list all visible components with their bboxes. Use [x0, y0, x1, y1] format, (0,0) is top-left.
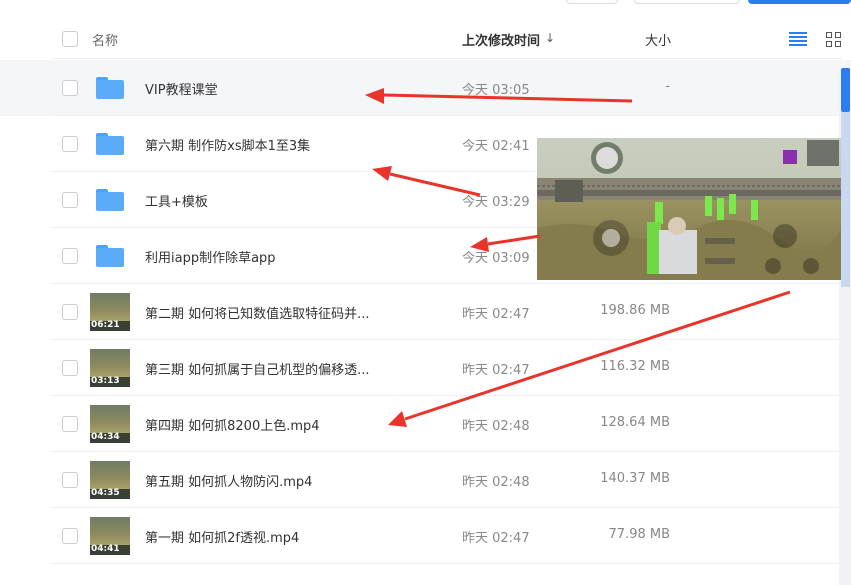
- modified-time: 昨天 02:48: [462, 419, 530, 434]
- modified-time: 昨天 02:47: [462, 307, 530, 322]
- file-row[interactable]: 04:35 第五期 如何抓人物防闪.mp4 昨天 02:48 140.37 MB: [0, 452, 851, 508]
- list-view-icon[interactable]: [789, 32, 807, 47]
- file-size: 198.86 MB: [600, 303, 670, 318]
- row-checkbox[interactable]: [62, 192, 78, 208]
- row-checkbox[interactable]: [62, 80, 78, 96]
- modified-time: 昨天 02:48: [462, 475, 530, 490]
- column-time-header[interactable]: 上次修改时间: [462, 30, 540, 49]
- file-name[interactable]: 第二期 如何将已知数值选取特征码并...: [145, 303, 370, 322]
- header-divider: [52, 58, 842, 59]
- video-duration: 04:34: [91, 432, 120, 442]
- column-size-header[interactable]: 大小: [645, 30, 671, 49]
- row-checkbox[interactable]: [62, 304, 78, 320]
- modified-time: 今天 03:29: [462, 195, 530, 210]
- modified-time: 今天 03:09: [462, 251, 530, 266]
- row-checkbox[interactable]: [62, 136, 78, 152]
- scrollbar-thumb[interactable]: [841, 68, 850, 112]
- row-checkbox[interactable]: [62, 472, 78, 488]
- folder-row[interactable]: VIP教程课堂 今天 03:05 -: [0, 60, 851, 116]
- file-size: 77.98 MB: [608, 527, 670, 542]
- file-name[interactable]: 利用iapp制作除草app: [145, 247, 276, 266]
- video-thumbnail: 06:21: [90, 293, 130, 331]
- video-thumbnail: 04:35: [90, 461, 130, 499]
- toolbar-button-2[interactable]: [634, 0, 740, 4]
- file-row[interactable]: 04:41 第一期 如何抓2f透视.mp4 昨天 02:47 77.98 MB: [0, 508, 851, 564]
- row-checkbox[interactable]: [62, 248, 78, 264]
- file-size: -: [665, 79, 670, 94]
- video-thumbnail: 03:13: [90, 349, 130, 387]
- file-name[interactable]: 第六期 制作防xs脚本1至3集: [145, 135, 310, 154]
- file-name[interactable]: 第五期 如何抓人物防闪.mp4: [145, 471, 312, 490]
- folder-icon: [96, 133, 124, 155]
- file-list-header: 名称 上次修改时间 大小: [0, 20, 851, 58]
- file-size: 128.64 MB: [600, 415, 670, 430]
- modified-time: 昨天 02:47: [462, 363, 530, 378]
- column-name-header[interactable]: 名称: [92, 30, 118, 49]
- file-name[interactable]: 工具+模板: [145, 191, 208, 210]
- file-row[interactable]: 03:13 第三期 如何抓属于自己机型的偏移透... 昨天 02:47 116.32 …: [0, 340, 851, 396]
- row-checkbox[interactable]: [62, 528, 78, 544]
- toolbar-button-1[interactable]: [566, 0, 618, 4]
- grid-view-icon[interactable]: [826, 32, 842, 48]
- file-row[interactable]: 06:21 第二期 如何将已知数值选取特征码并... 昨天 02:47 198.86 …: [0, 284, 851, 340]
- video-duration: 04:41: [91, 544, 120, 554]
- folder-icon: [96, 245, 124, 267]
- file-name[interactable]: 第三期 如何抓属于自己机型的偏移透...: [145, 359, 370, 378]
- file-name[interactable]: 第一期 如何抓2f透视.mp4: [145, 527, 299, 546]
- file-size: 140.37 MB: [600, 471, 670, 486]
- video-duration: 04:35: [91, 488, 120, 498]
- file-name[interactable]: 第四期 如何抓8200上色.mp4: [145, 415, 320, 434]
- file-size: 116.32 MB: [600, 359, 670, 374]
- game-screenshot-overlay: [537, 138, 841, 280]
- row-checkbox[interactable]: [62, 416, 78, 432]
- scrollbar-track: [841, 112, 850, 287]
- video-thumbnail: 04:34: [90, 405, 130, 443]
- modified-time: 今天 02:41: [462, 139, 530, 154]
- file-name[interactable]: VIP教程课堂: [145, 79, 218, 98]
- row-checkbox[interactable]: [62, 360, 78, 376]
- row-divider: [52, 563, 842, 564]
- video-thumbnail: 04:41: [90, 517, 130, 555]
- file-row[interactable]: 04:34 第四期 如何抓8200上色.mp4 昨天 02:48 128.64 MB: [0, 396, 851, 452]
- video-duration: 03:13: [91, 376, 120, 386]
- modified-time: 昨天 02:47: [462, 531, 530, 546]
- folder-icon: [96, 77, 124, 99]
- select-all-checkbox[interactable]: [62, 31, 78, 47]
- upload-button[interactable]: [748, 0, 851, 4]
- sort-desc-icon[interactable]: ↓: [545, 31, 555, 45]
- video-duration: 06:21: [91, 320, 120, 330]
- modified-time: 今天 03:05: [462, 83, 530, 98]
- folder-icon: [96, 189, 124, 211]
